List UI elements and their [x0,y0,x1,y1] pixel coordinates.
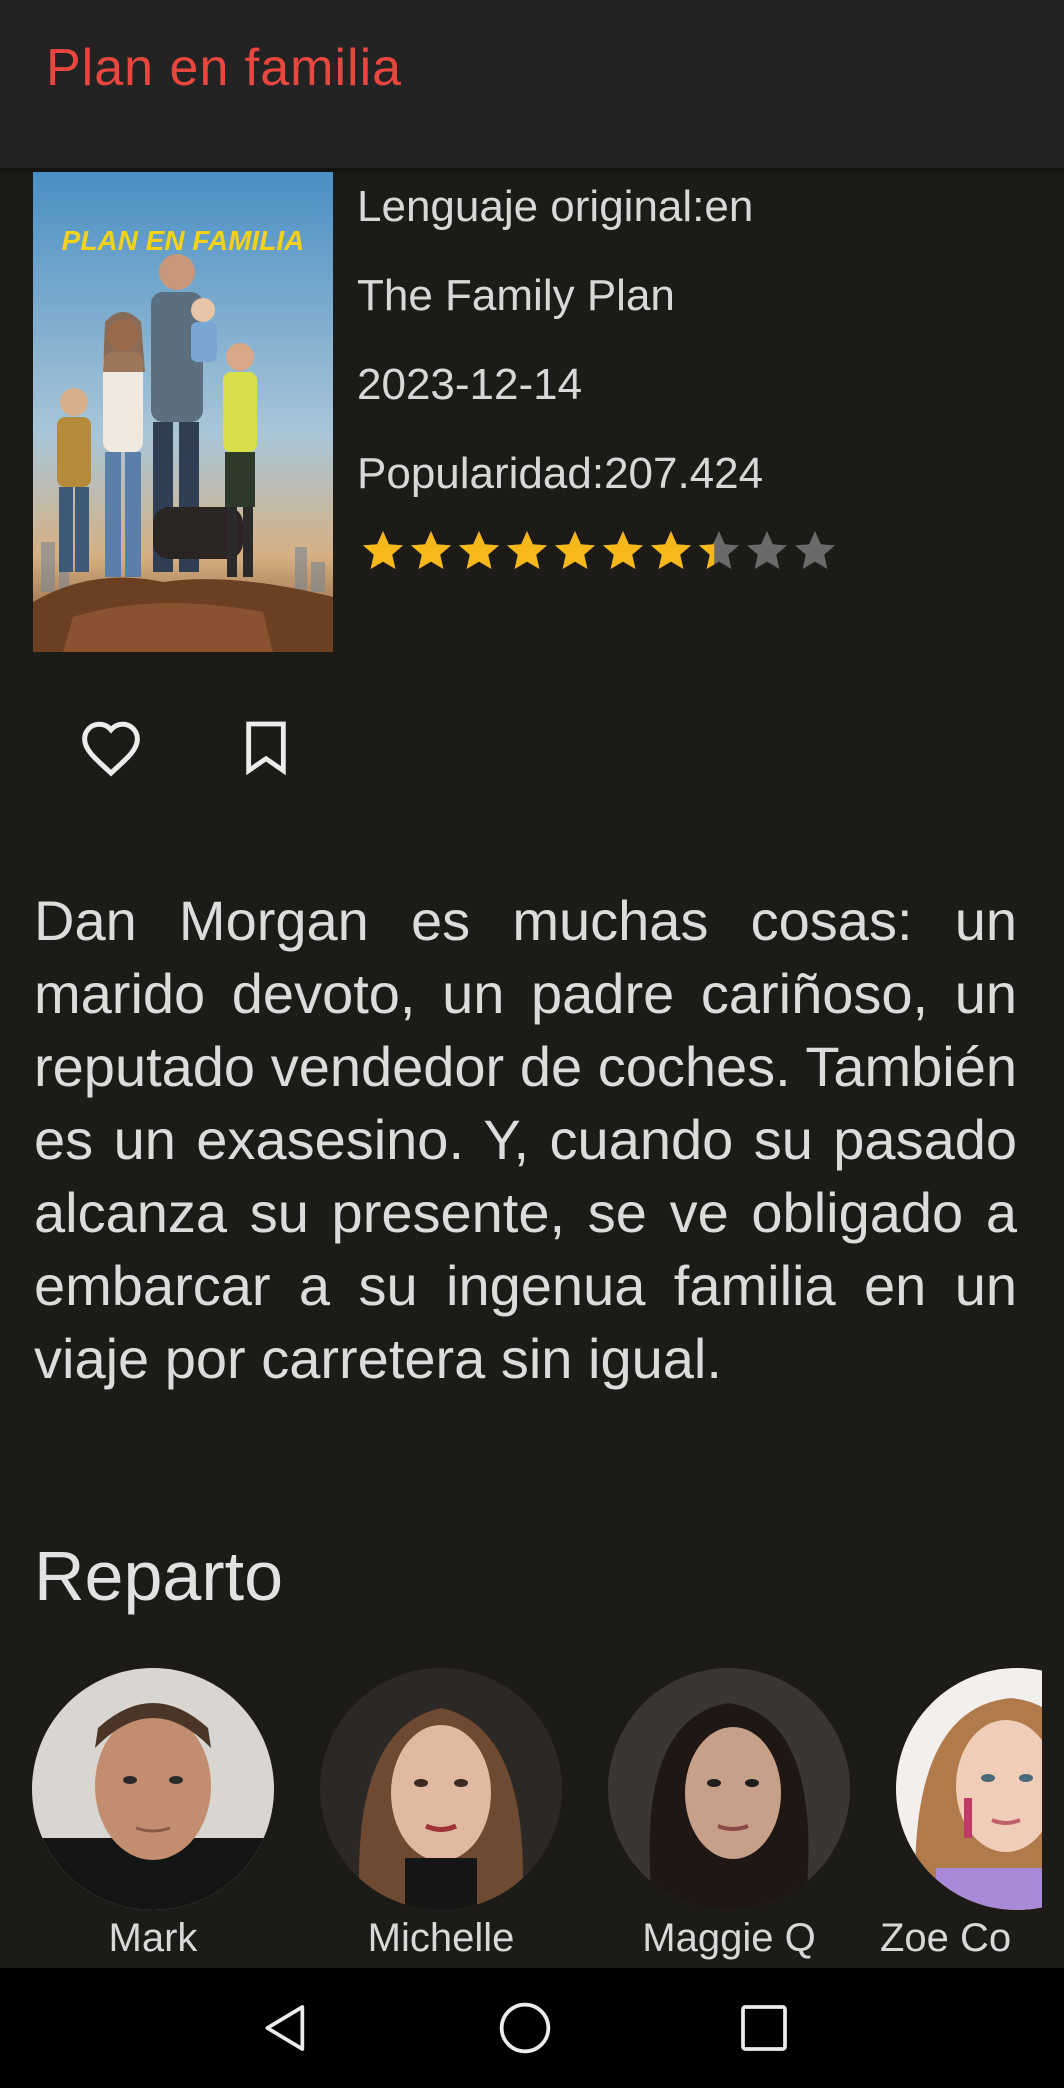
cast-member-name: Zoe Co [880,1916,1012,1960]
avatar [32,1668,274,1910]
favorite-button[interactable] [75,712,147,784]
nav-home-button[interactable] [485,1988,565,2068]
popularity: Popularidad:207.424 [357,449,764,498]
cast-list[interactable]: Mark Michelle Maggie Q Zoe Co [0,1668,1042,1968]
recents-square-icon [741,2005,787,2051]
star-icon [459,531,499,569]
rating-stars [359,527,839,573]
cast-member-name: Maggie Q [642,1916,816,1960]
app-bar-title: Plan en familia [46,39,403,97]
overview-text: Dan Morgan es muchas cosas: un marido de… [34,889,1017,1390]
cast-member[interactable]: Mark [32,1668,274,1960]
star-icon [555,531,595,569]
nav-back-button[interactable] [246,1988,326,2068]
star-icon [603,531,643,569]
original-title: The Family Plan [357,271,675,320]
star-icon [795,531,835,569]
avatar [608,1668,850,1910]
star-icon [411,531,451,569]
watchlist-button[interactable] [230,712,302,784]
release-date: 2023-12-14 [357,360,583,409]
cast-section-title: Reparto [34,1537,284,1615]
action-row [0,712,1064,784]
star-icon [699,531,739,569]
avatar [320,1668,562,1910]
original-language: Lenguaje original:en [357,182,754,231]
cast-member[interactable]: Maggie Q [608,1668,850,1960]
cast-member-name: Michelle [367,1916,515,1960]
system-nav-bar [0,1968,1064,2088]
star-icon [651,531,691,569]
star-icon [363,531,403,569]
back-triangle-icon [265,2005,305,2051]
star-icon [747,531,787,569]
home-circle-icon [499,2002,551,2054]
star-icon [507,531,547,569]
nav-recents-button[interactable] [724,1988,804,2068]
cast-member[interactable]: Michelle [320,1668,562,1960]
cast-member[interactable]: Zoe Co [880,1668,1042,1960]
avatar [896,1668,1042,1910]
movie-poster: PLAN EN FAMILIA [33,172,333,652]
heart-outline-icon [82,721,140,777]
app-bar: Plan en familia [0,0,1064,168]
poster-title-logo: PLAN EN FAMILIA [62,225,305,256]
bookmark-outline-icon [246,721,286,776]
cast-member-name: Mark [108,1916,198,1960]
